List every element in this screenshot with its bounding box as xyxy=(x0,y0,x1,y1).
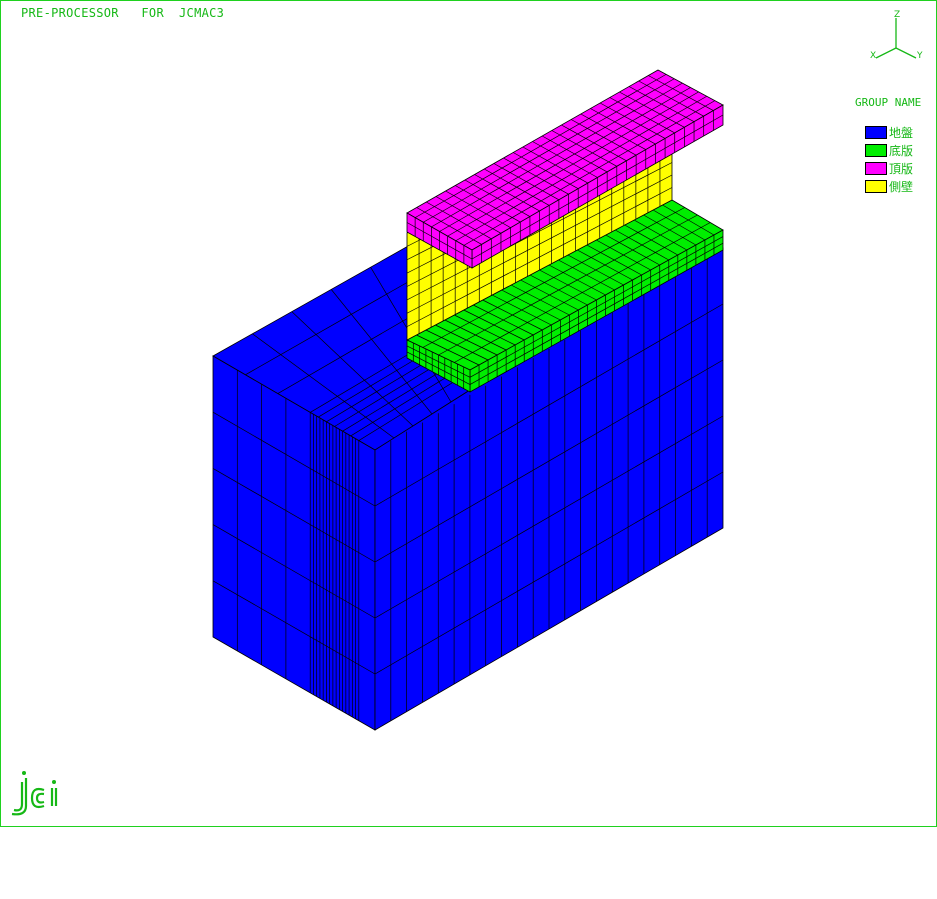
jci-logo-icon xyxy=(11,771,58,816)
fem-mesh-model xyxy=(212,69,724,731)
